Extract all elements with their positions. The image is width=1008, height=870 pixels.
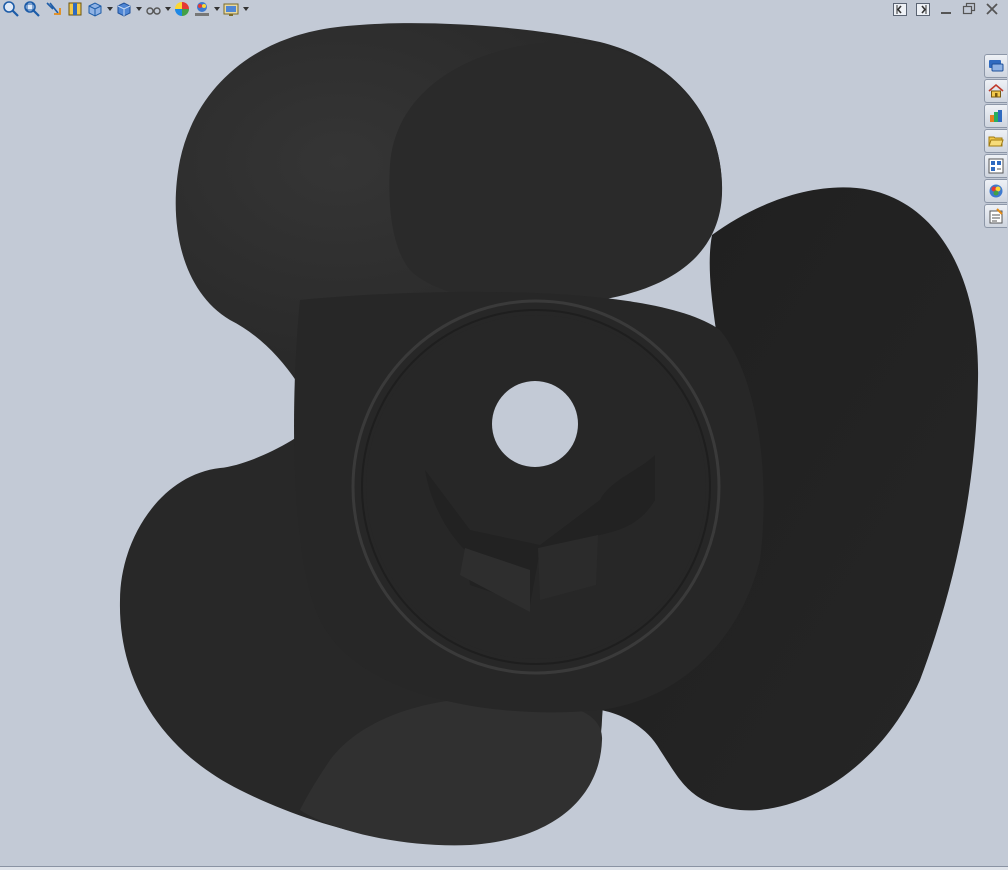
section-view-icon[interactable] [66, 0, 84, 18]
appearances-icon[interactable] [984, 179, 1007, 203]
task-pane-tabs [984, 54, 1008, 228]
restore-icon[interactable] [961, 1, 977, 17]
view-orientation-dropdown-icon[interactable] [106, 0, 113, 18]
split-left-icon[interactable] [892, 1, 908, 17]
folder-icon[interactable] [984, 129, 1007, 153]
close-icon[interactable] [984, 1, 1000, 17]
scene-dropdown-icon[interactable] [213, 0, 220, 18]
hide-show-dropdown-icon[interactable] [164, 0, 171, 18]
display-style-dropdown-icon[interactable] [135, 0, 142, 18]
view-settings-icon[interactable] [222, 0, 240, 18]
status-divider [0, 866, 1008, 870]
view-orientation-icon[interactable] [86, 0, 104, 18]
view-palette-icon[interactable] [984, 154, 1007, 178]
zoom-fit-icon[interactable] [2, 0, 20, 18]
bore-hole [492, 381, 578, 467]
display-style-icon[interactable] [115, 0, 133, 18]
design-library-icon[interactable] [984, 104, 1007, 128]
zoom-area-icon[interactable] [22, 0, 42, 18]
forum-icon[interactable] [984, 54, 1007, 78]
view-settings-dropdown-icon[interactable] [242, 0, 249, 18]
custom-properties-icon[interactable] [984, 204, 1007, 228]
blade-top-lobe [389, 42, 723, 304]
split-right-icon[interactable] [915, 1, 931, 17]
home-icon[interactable] [984, 79, 1007, 103]
document-window-controls [892, 1, 1000, 17]
propeller-model[interactable] [0, 0, 1008, 866]
graphics-viewport[interactable] [0, 0, 1008, 866]
scene-icon[interactable] [193, 0, 211, 18]
heads-up-view-toolbar [2, 0, 249, 18]
appearance-icon[interactable] [173, 0, 191, 18]
hide-show-icon[interactable] [144, 0, 162, 18]
minimize-icon[interactable] [938, 1, 954, 17]
previous-view-icon[interactable] [44, 0, 64, 18]
